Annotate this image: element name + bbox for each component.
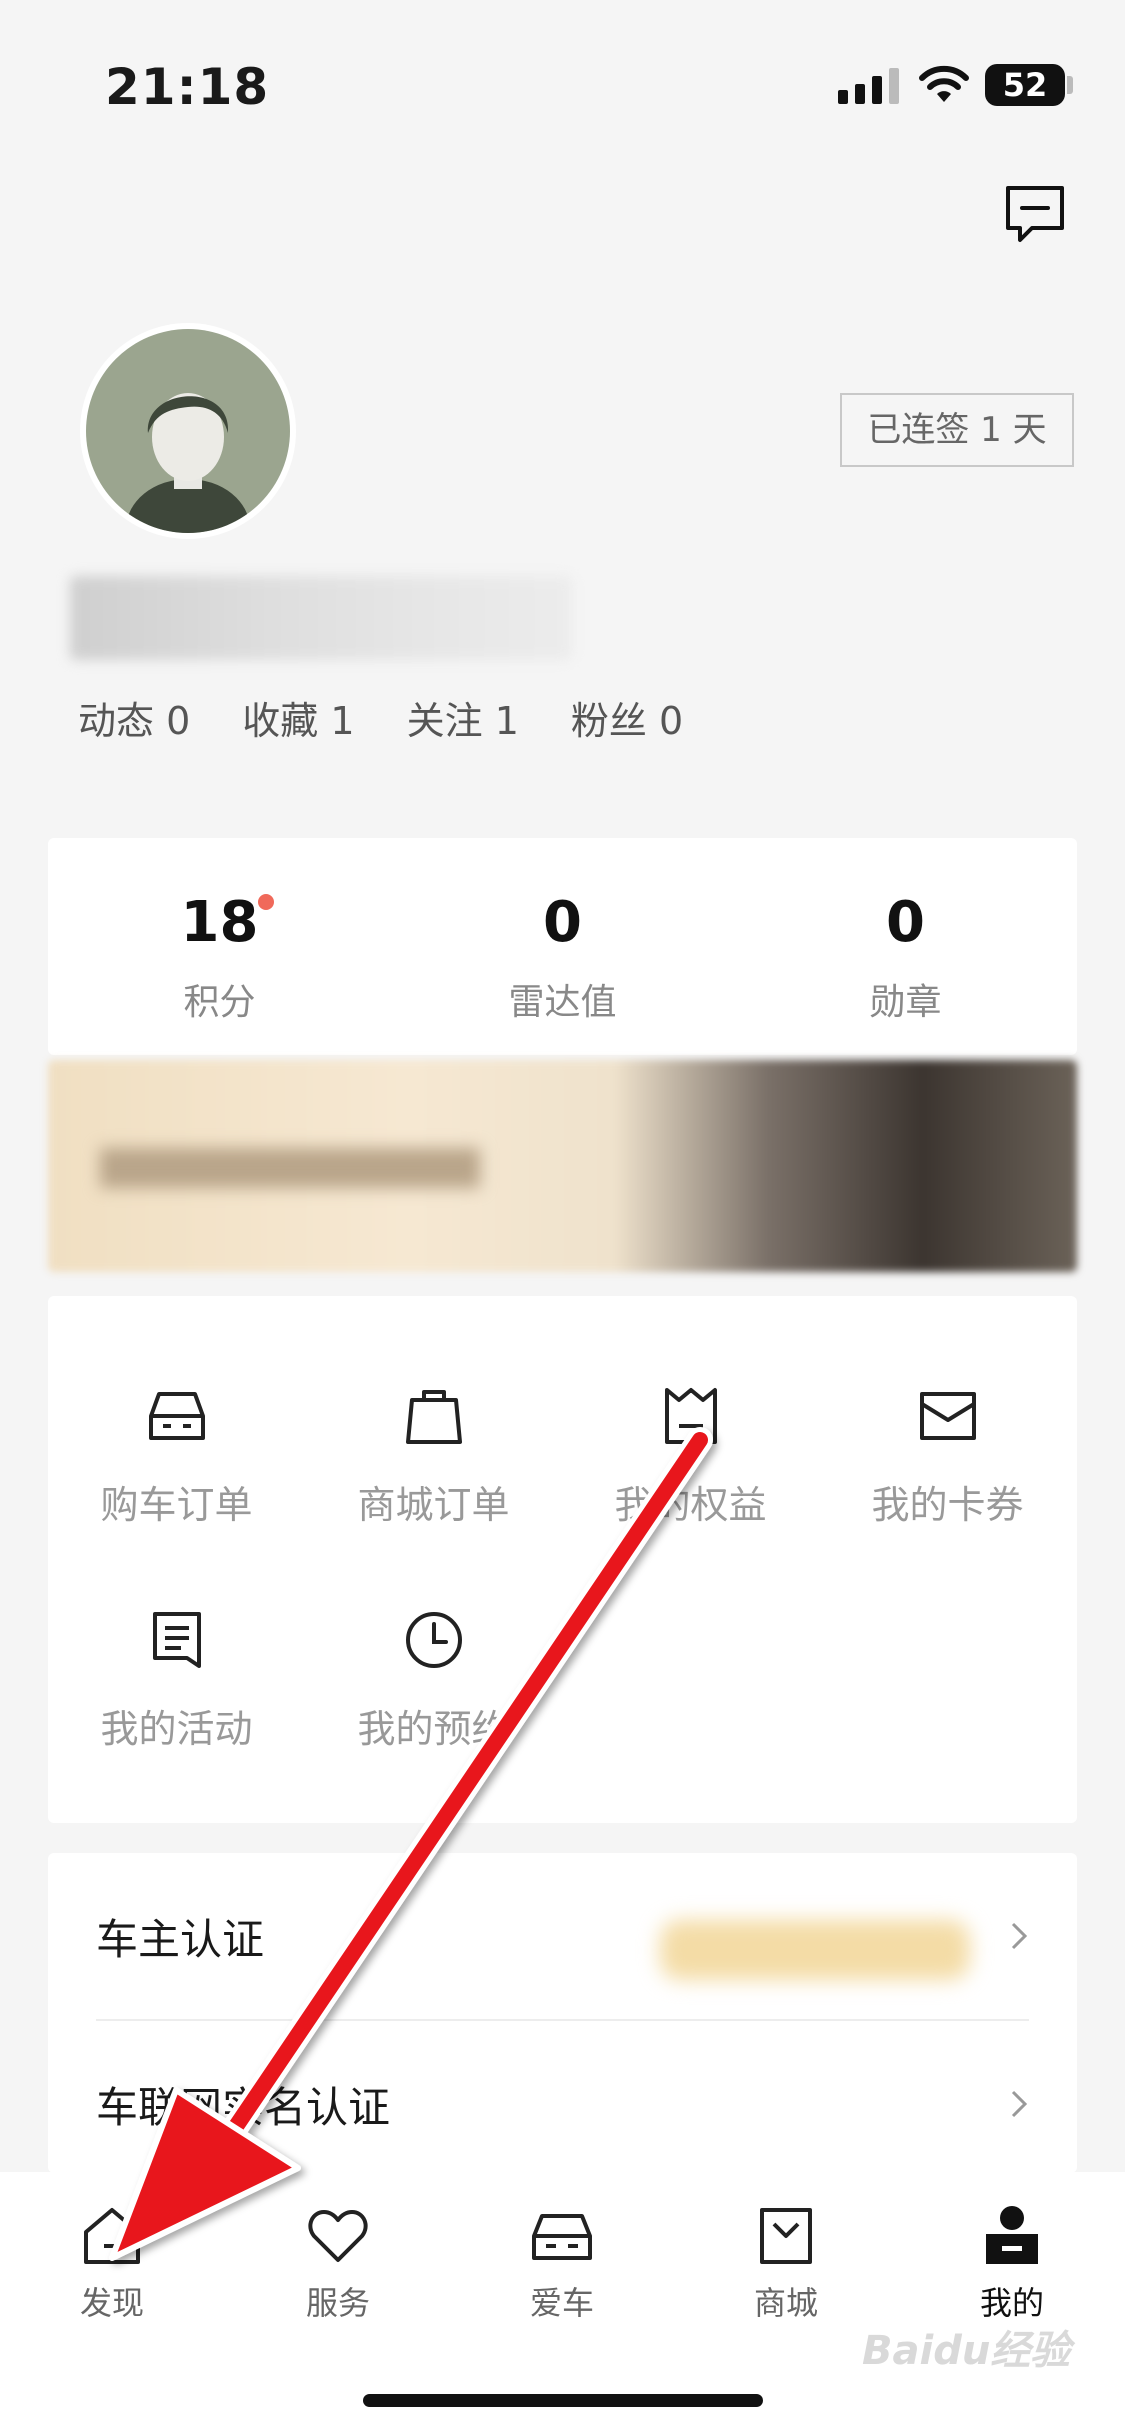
tab-label: 发现 <box>79 2284 144 2322</box>
tab-my-car[interactable]: 爱车 <box>482 2202 642 2324</box>
profile-stats: 动态 0 收藏 1 关注 1 粉丝 0 <box>78 690 683 745</box>
list-item-label: 车主认证 <box>96 1914 265 1964</box>
avatar[interactable] <box>80 323 296 539</box>
home-indicator <box>363 2394 763 2407</box>
promo-banner-text-redacted <box>100 1148 480 1188</box>
points-card: 18 积分 0 雷达值 0 勋章 <box>48 838 1077 1055</box>
tab-discover[interactable]: 发现 <box>32 2202 192 2324</box>
wifi-icon <box>919 65 969 102</box>
home-icon <box>84 2208 140 2264</box>
list-item-label: 车联网实名认证 <box>96 2082 391 2132</box>
medal-label: 勋章 <box>869 982 942 1023</box>
car-icon <box>148 1392 205 1440</box>
points-value: 18 <box>180 890 259 955</box>
signin-streak-button[interactable]: 已连签 1 天 <box>840 393 1074 467</box>
stat-favorites[interactable]: 收藏 1 <box>242 690 354 745</box>
coupon-icon <box>919 1392 976 1440</box>
avatar-illustration <box>126 393 250 533</box>
tab-mall[interactable]: 商城 <box>706 2202 866 2324</box>
stat-posts[interactable]: 动态 0 <box>78 690 190 745</box>
shortcut-my-benefits[interactable]: 我的权益 <box>562 1380 819 1529</box>
stat-followers[interactable]: 粉丝 0 <box>571 690 683 745</box>
tab-mine[interactable]: 我的 <box>932 2202 1092 2324</box>
notification-dot <box>258 894 275 910</box>
tab-label: 服务 <box>305 2284 370 2322</box>
tab-label: 商城 <box>753 2284 818 2322</box>
clock-icon <box>405 1612 462 1668</box>
crown-icon <box>664 1388 717 1444</box>
shortcut-grid: 购车订单 商城订单 我的权益 我的卡券 我的活动 我的预约 <box>48 1296 1077 1823</box>
auth-list: 车主认证 车联网实名认证 <box>48 1853 1077 2173</box>
tab-label: 爱车 <box>529 2284 594 2322</box>
signal-icon <box>838 68 899 104</box>
shortcut-label: 我的预约 <box>357 1707 510 1751</box>
battery-indicator: 52 <box>985 64 1065 106</box>
status-time: 21:18 <box>105 58 270 116</box>
stat-following[interactable]: 关注 1 <box>407 690 519 745</box>
medal-value: 0 <box>886 890 925 955</box>
points-label: 积分 <box>183 982 256 1023</box>
medal-item[interactable]: 0 勋章 <box>734 838 1077 1055</box>
shopping-bag-icon <box>760 2208 812 2264</box>
points-item[interactable]: 18 积分 <box>48 838 391 1055</box>
chevron-right-icon <box>1011 1922 1028 1950</box>
document-icon <box>152 1612 201 1668</box>
shortcut-my-appointments[interactable]: 我的预约 <box>305 1604 562 1753</box>
shortcut-my-coupons[interactable]: 我的卡券 <box>819 1380 1076 1529</box>
shortcut-mall-orders[interactable]: 商城订单 <box>305 1380 562 1529</box>
shortcut-car-orders[interactable]: 购车订单 <box>48 1380 305 1529</box>
tab-service[interactable]: 服务 <box>258 2202 418 2324</box>
radar-label: 雷达值 <box>508 982 617 1023</box>
chevron-right-icon <box>1011 2090 1028 2118</box>
radar-value: 0 <box>543 890 582 955</box>
shopping-bag-icon <box>405 1390 462 1444</box>
shortcut-label: 我的权益 <box>614 1483 767 1527</box>
shortcut-my-activities[interactable]: 我的活动 <box>48 1604 305 1753</box>
shortcut-label: 我的卡券 <box>871 1483 1024 1527</box>
auth-status-redacted <box>660 1920 970 1980</box>
profile-icon <box>986 2206 1038 2264</box>
message-icon[interactable] <box>1002 182 1068 248</box>
car-icon <box>532 2214 592 2260</box>
list-item-iov-realname-auth[interactable]: 车联网实名认证 <box>96 2021 1077 2187</box>
username-redacted <box>70 576 572 660</box>
shortcut-label: 我的活动 <box>100 1707 253 1751</box>
heart-icon <box>308 2210 368 2262</box>
shortcut-label: 购车订单 <box>100 1483 253 1527</box>
shortcut-label: 商城订单 <box>357 1483 510 1527</box>
watermark: Baidu经验 <box>862 2328 1071 2374</box>
radar-item[interactable]: 0 雷达值 <box>391 838 734 1055</box>
battery-tip <box>1067 76 1073 94</box>
